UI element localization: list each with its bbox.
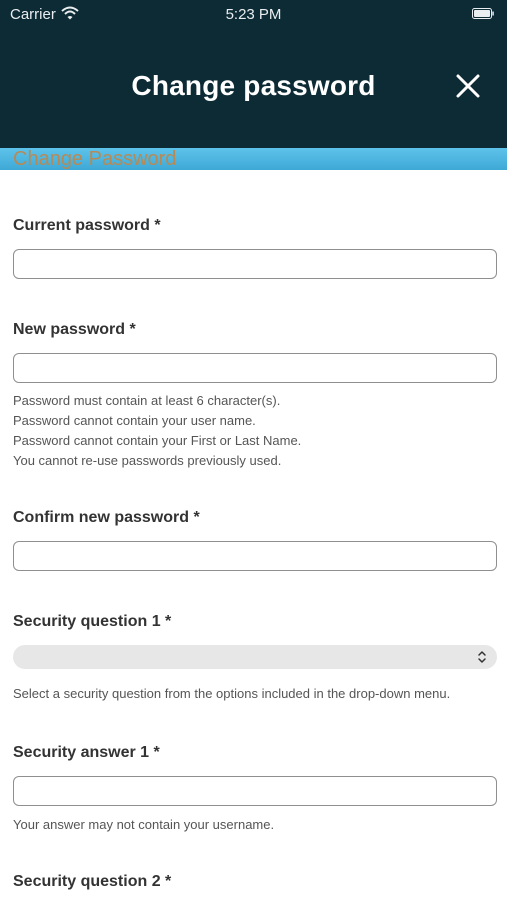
- security-question-2-label: Security question 2 *: [13, 873, 172, 890]
- password-rule: Password cannot contain your First or La…: [13, 433, 302, 448]
- section-banner: Change Password: [0, 148, 507, 170]
- status-time: 5:23 PM: [225, 6, 282, 23]
- password-rules: Password must contain at least 6 charact…: [13, 391, 301, 471]
- close-icon[interactable]: [455, 73, 481, 99]
- chevron-up-down-icon: [478, 651, 486, 663]
- battery-icon: [472, 8, 494, 19]
- page-title: Change password: [131, 70, 376, 101]
- current-password-label: Current password *: [13, 217, 161, 234]
- password-rule: You cannot re-use passwords previously u…: [13, 453, 282, 468]
- status-bar: Carrier 5:23 PM: [0, 0, 507, 28]
- password-rule: Password cannot contain your user name.: [13, 413, 256, 428]
- security-answer-1-help: Your answer may not contain your usernam…: [13, 817, 275, 832]
- confirm-password-label: Confirm new password *: [13, 509, 200, 526]
- current-password-field[interactable]: [13, 249, 497, 279]
- header: Carrier 5:23 PM Change password: [0, 0, 507, 148]
- password-rule: Password must contain at least 6 charact…: [13, 393, 281, 408]
- confirm-password-field[interactable]: [13, 541, 497, 571]
- security-question-1-label: Security question 1 *: [13, 613, 172, 630]
- new-password-label: New password *: [13, 321, 136, 338]
- security-question-1-help: Select a security question from the opti…: [13, 686, 451, 701]
- security-question-1-select[interactable]: [13, 645, 497, 669]
- new-password-field[interactable]: [13, 353, 497, 383]
- banner-title: Change Password: [13, 148, 177, 170]
- security-answer-1-field[interactable]: [13, 776, 497, 806]
- security-answer-1-label: Security answer 1 *: [13, 744, 160, 761]
